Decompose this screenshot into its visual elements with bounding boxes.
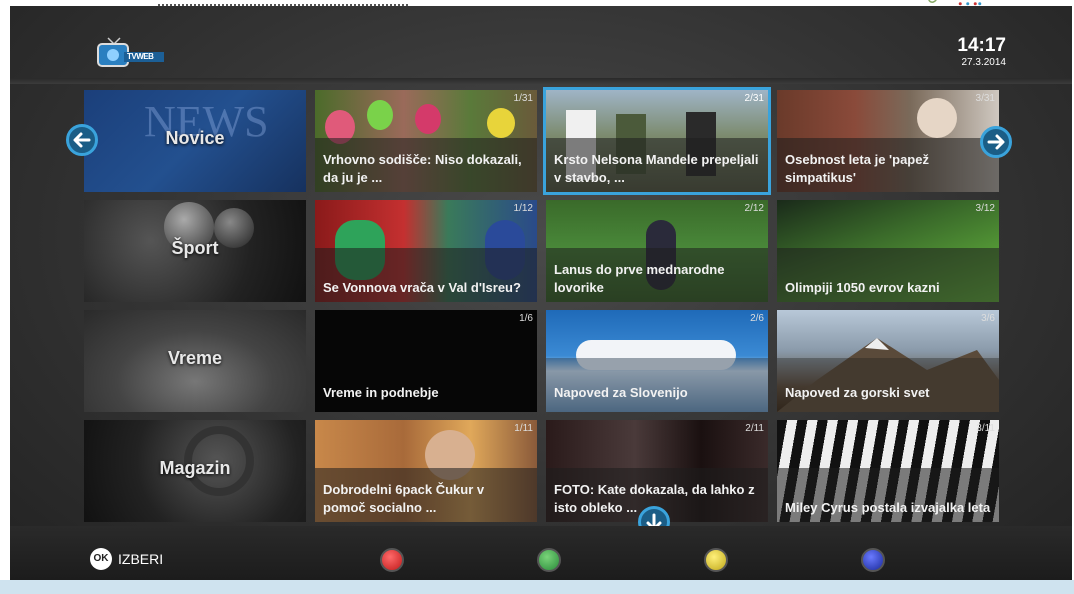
- scroll-left-button[interactable]: [66, 124, 98, 156]
- item-counter: 1/12: [513, 203, 533, 214]
- news-title: Se Vonnova vrača v Val d'Isreu?: [323, 280, 521, 295]
- bottom-strip: [0, 580, 1074, 594]
- item-counter: 2/12: [744, 203, 764, 214]
- news-tile[interactable]: 3/12 Olimpiji 1050 evrov kazni: [777, 200, 999, 302]
- news-title: Lanus do prve mednarodne lovorike: [554, 262, 725, 295]
- category-tile-novice[interactable]: NEWS Novice: [84, 90, 306, 192]
- news-tile[interactable]: 3/31 Osebnost leta je 'papež simpatikus': [777, 90, 999, 192]
- news-tile[interactable]: 3/6 Napoved za gorski svet: [777, 310, 999, 412]
- category-label: Magazin: [159, 458, 231, 478]
- item-counter: 1/6: [519, 313, 533, 324]
- news-title: Vreme in podnebje: [323, 385, 439, 400]
- news-title: Krsto Nelsona Mandele prepeljali v stavb…: [554, 152, 759, 185]
- category-tile-magazin[interactable]: Magazin: [84, 420, 306, 522]
- news-title: Osebnost leta je 'papež simpatikus': [785, 152, 929, 185]
- news-title: Dobrodelni 6pack Čukur v pomoč socialno …: [323, 482, 485, 515]
- news-tile[interactable]: 2/6 Napoved za Slovenijo: [546, 310, 768, 412]
- news-tile[interactable]: 1/31 Vrhovno sodišče: Niso dokazali, da …: [315, 90, 537, 192]
- item-counter: 3/31: [975, 93, 995, 104]
- blue-key-button[interactable]: [861, 548, 885, 572]
- category-tile-vreme[interactable]: Vreme: [84, 310, 306, 412]
- news-tile[interactable]: 1/11 Dobrodelni 6pack Čukur v pomoč soci…: [315, 420, 537, 522]
- ok-key-icon[interactable]: OK: [90, 548, 112, 570]
- news-title: Napoved za Slovenijo: [554, 385, 688, 400]
- news-tile[interactable]: 3/11 Miley Cyrus postala izvajalka leta: [777, 420, 999, 522]
- tvweb-logo: TVWEB: [96, 36, 166, 70]
- yellow-key-button[interactable]: [704, 548, 728, 572]
- news-title: Napoved za gorski svet: [785, 385, 930, 400]
- clock-time: 14:17: [957, 35, 1006, 56]
- category-label: Šport: [171, 238, 219, 258]
- item-counter: 1/31: [513, 93, 533, 104]
- item-counter: 3/12: [975, 203, 995, 214]
- item-counter: 2/6: [750, 313, 764, 324]
- news-title: Vrhovno sodišče: Niso dokazali, da ju je…: [323, 152, 522, 185]
- red-key-button[interactable]: [380, 548, 404, 572]
- item-counter: 3/6: [981, 313, 995, 324]
- item-counter: 3/11: [976, 423, 995, 434]
- news-tile[interactable]: 2/12 Lanus do prve mednarodne lovorike: [546, 200, 768, 302]
- clock: 14:17 27.3.2014: [957, 36, 1006, 70]
- ok-label: IZBERI: [118, 551, 164, 567]
- news-tile[interactable]: 1/6 Vreme in podnebje: [315, 310, 537, 412]
- category-label: Vreme: [167, 348, 223, 368]
- arrow-right-icon: [987, 134, 1005, 150]
- news-tile-selected[interactable]: 2/31 Krsto Nelsona Mandele prepeljali v …: [543, 87, 771, 195]
- footer-bar: OK IZBERI: [10, 526, 1072, 580]
- clock-date: 27.3.2014: [961, 57, 1007, 68]
- category-label: Novice: [165, 128, 225, 148]
- scroll-right-button[interactable]: [980, 126, 1012, 158]
- item-counter: 2/11: [745, 423, 764, 434]
- news-title: Olimpiji 1050 evrov kazni: [785, 280, 940, 295]
- logo-text: TVWEB: [127, 52, 154, 61]
- item-counter: 1/11: [514, 423, 533, 434]
- category-tile-sport[interactable]: Šport: [84, 200, 306, 302]
- green-key-button[interactable]: [537, 548, 561, 572]
- arrow-left-icon: [73, 132, 91, 148]
- tv-screen: TVWEB 14:17 27.3.2014 NEWS Novice 1/31 V…: [10, 6, 1072, 580]
- item-counter: 2/31: [744, 93, 764, 104]
- news-title: Miley Cyrus postala izvajalka leta: [785, 500, 991, 515]
- header-divider: [10, 78, 1072, 84]
- news-tile[interactable]: 1/12 Se Vonnova vrača v Val d'Isreu?: [315, 200, 537, 302]
- header: TVWEB 14:17 27.3.2014: [10, 6, 1072, 76]
